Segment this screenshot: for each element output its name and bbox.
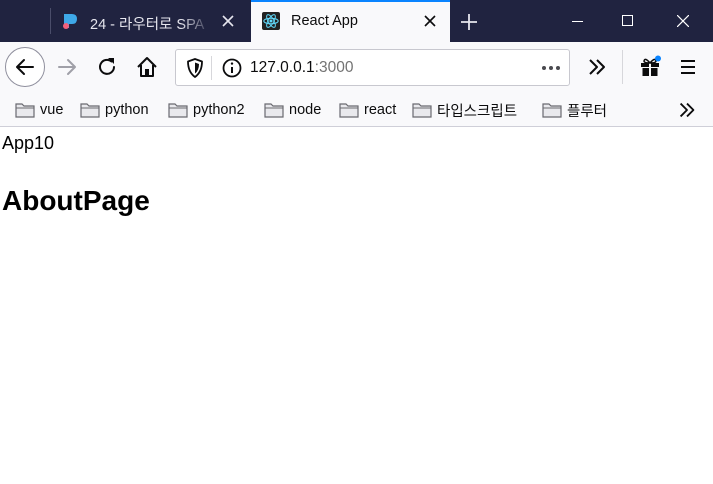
bookmark-folder-flutter[interactable]: 플루터	[542, 99, 607, 121]
bookmark-label: node	[289, 102, 322, 118]
folder-icon	[168, 103, 188, 118]
maximize-icon	[622, 15, 633, 26]
home-icon[interactable]	[135, 55, 159, 79]
tab-separator	[50, 8, 51, 34]
site-info-icon[interactable]	[220, 56, 244, 80]
bookmark-folder-python[interactable]: python	[80, 99, 149, 121]
hamburger-menu-icon[interactable]	[676, 55, 700, 79]
react-logo-icon	[262, 12, 280, 30]
bookmark-label: python2	[193, 102, 245, 118]
bookmark-label: python	[105, 102, 149, 118]
close-icon	[677, 15, 689, 27]
bookmark-label: react	[364, 102, 397, 118]
tab-title-fade	[180, 8, 212, 36]
bookmark-folder-node[interactable]: node	[264, 99, 321, 121]
folder-icon	[80, 103, 100, 118]
bookmarks-toolbar: vue python python2 node react 타입스크립트 플루터	[0, 92, 713, 127]
bookmark-label: vue	[40, 102, 64, 118]
navigation-toolbar: 127.0.0.1:3000	[0, 42, 713, 92]
maximize-button[interactable]	[603, 0, 653, 42]
url-divider	[211, 56, 212, 80]
bookmark-folder-typescript[interactable]: 타입스크립트	[412, 99, 517, 121]
folder-icon	[339, 103, 359, 118]
new-tab-icon[interactable]	[459, 12, 479, 32]
tab-strip: 24 - 라우터로 SPA React App	[0, 0, 713, 42]
tab-title: React App	[291, 13, 358, 29]
url-text[interactable]: 127.0.0.1:3000	[250, 59, 353, 77]
extensions-gift-icon[interactable]	[638, 55, 662, 79]
close-tab-icon[interactable]	[220, 13, 236, 29]
folder-icon	[542, 103, 562, 118]
tracking-protection-icon[interactable]	[183, 56, 207, 80]
bookmarks-overflow-icon[interactable]	[676, 99, 698, 121]
url-host: 127.0.0.1	[250, 59, 315, 76]
page-content: App10 AboutPage	[0, 128, 713, 484]
site-logo-icon	[63, 14, 77, 29]
bookmark-label: 타입스크립트	[437, 103, 518, 120]
app-label: App10	[2, 133, 55, 153]
overflow-chevrons-icon[interactable]	[585, 55, 609, 79]
close-window-button[interactable]	[658, 0, 708, 42]
tab-active[interactable]: React App	[251, 0, 450, 42]
tab-inactive[interactable]: 24 - 라우터로 SPA	[50, 0, 248, 42]
reload-icon[interactable]	[95, 55, 119, 79]
toolbar-separator	[622, 50, 623, 84]
address-bar[interactable]: 127.0.0.1:3000	[175, 49, 570, 86]
bookmark-label: 플루터	[567, 103, 608, 120]
page-heading: AboutPage	[2, 185, 150, 216]
back-button[interactable]	[5, 47, 45, 87]
bookmark-folder-vue[interactable]: vue	[15, 99, 63, 121]
folder-icon	[15, 103, 35, 118]
close-tab-icon[interactable]	[422, 13, 438, 29]
back-arrow-icon	[16, 59, 34, 75]
page-actions-icon[interactable]	[539, 56, 563, 80]
folder-icon	[264, 103, 284, 118]
bookmark-folder-react[interactable]: react	[339, 99, 396, 121]
folder-icon	[412, 103, 432, 118]
url-port: :3000	[314, 59, 354, 76]
minimize-icon	[572, 21, 583, 22]
bookmark-folder-python2[interactable]: python2	[168, 99, 245, 121]
minimize-button[interactable]	[553, 0, 603, 42]
forward-arrow-icon[interactable]	[55, 55, 79, 79]
